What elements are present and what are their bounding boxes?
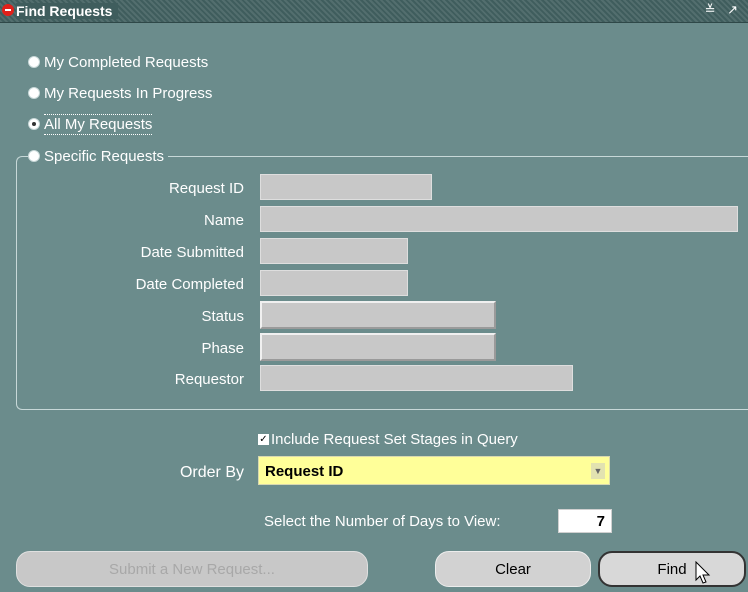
include-stages-label: Include Request Set Stages in Query <box>271 431 518 448</box>
order-by-select[interactable]: Request ID ▼ <box>258 456 610 485</box>
requestor-field[interactable] <box>260 365 573 391</box>
window-controls[interactable]: ≚ ↗ <box>705 2 742 18</box>
request-id-label: Request ID <box>168 180 244 197</box>
radio-icon[interactable] <box>28 150 40 162</box>
clear-button[interactable]: Clear <box>435 551 591 587</box>
phase-label: Phase <box>201 340 244 357</box>
radio-label: All My Requests <box>44 113 153 135</box>
radio-label: Specific Requests <box>44 147 165 165</box>
request-id-field[interactable] <box>260 174 432 200</box>
oracle-app-icon <box>2 4 14 16</box>
find-button-label: Find <box>657 560 687 578</box>
radio-label: My Completed Requests <box>44 53 209 71</box>
radio-all-my-requests[interactable]: All My Requests <box>28 113 153 135</box>
days-label: Select the Number of Days to View: <box>264 513 501 530</box>
window-title: Find Requests <box>16 3 119 19</box>
status-label: Status <box>201 308 244 325</box>
name-field[interactable] <box>260 206 738 232</box>
submit-new-request-button[interactable]: Submit a New Request... <box>16 551 368 587</box>
radio-in-progress[interactable]: My Requests In Progress <box>28 83 212 103</box>
chevron-down-icon[interactable]: ▼ <box>591 463 605 479</box>
radio-my-completed[interactable]: My Completed Requests <box>28 52 208 72</box>
phase-field[interactable] <box>260 333 496 361</box>
include-stages-checkbox[interactable]: ✓ <box>258 434 269 445</box>
date-submitted-label: Date Submitted <box>140 244 244 261</box>
radio-icon-selected[interactable] <box>28 118 40 130</box>
requestor-label: Requestor <box>174 371 244 388</box>
find-button[interactable]: Find <box>598 551 746 587</box>
include-stages-row[interactable]: ✓ Include Request Set Stages in Query <box>258 431 518 448</box>
mouse-cursor-icon <box>695 561 711 584</box>
days-input[interactable]: 7 <box>558 509 612 533</box>
radio-icon[interactable] <box>28 87 40 99</box>
status-field[interactable] <box>260 301 496 329</box>
order-by-label: Order By <box>179 464 244 481</box>
radio-label: My Requests In Progress <box>44 84 213 102</box>
date-completed-label: Date Completed <box>135 276 244 293</box>
radio-icon[interactable] <box>28 56 40 68</box>
order-by-value: Request ID <box>265 463 344 480</box>
date-submitted-field[interactable] <box>260 238 408 264</box>
radio-specific-requests[interactable]: Specific Requests <box>28 146 169 166</box>
name-label: Name <box>203 212 244 229</box>
title-bar: Find Requests ≚ ↗ <box>0 0 748 23</box>
date-completed-field[interactable] <box>260 270 408 296</box>
